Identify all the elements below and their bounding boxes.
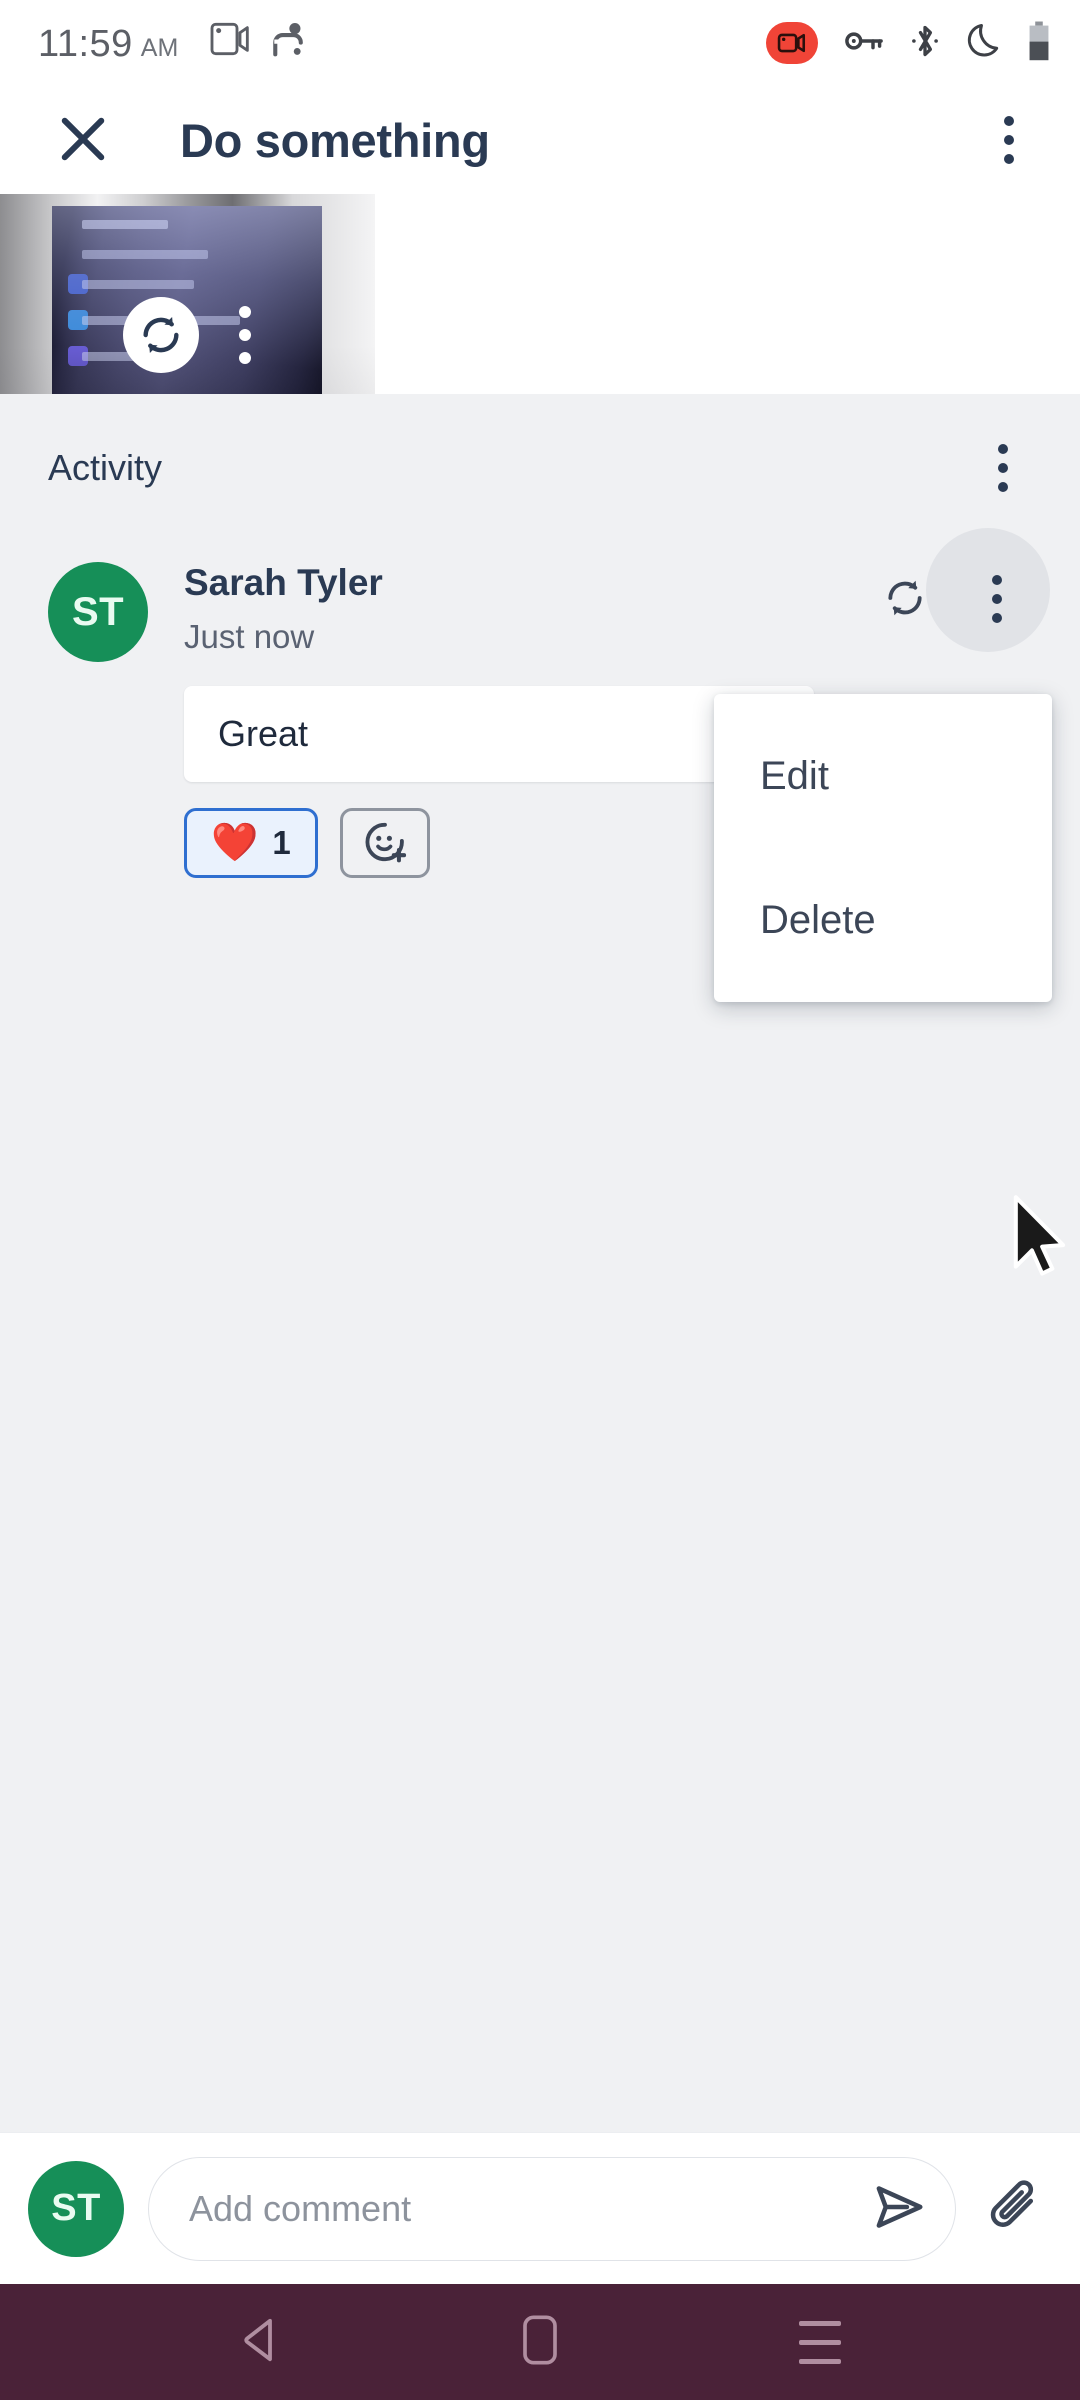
home-icon [522, 2314, 558, 2370]
attachment-more-options-icon[interactable] [239, 306, 251, 364]
composer-avatar: ST [28, 2160, 124, 2257]
comment-author: Sarah Tyler [184, 562, 383, 603]
app-bar-overflow-button[interactable] [972, 103, 1046, 177]
comment-overflow-button[interactable] [960, 562, 1034, 636]
phone-screen: 11:59 AM Do something Activity ST Sarah … [0, 0, 1080, 2400]
nav-home-button[interactable] [480, 2284, 600, 2400]
comment-timestamp: Just now [184, 618, 315, 655]
attachment-strip [0, 194, 1080, 469]
recents-icon [799, 2320, 841, 2364]
heart-reaction-chip[interactable]: ❤️ 1 [184, 808, 318, 878]
activity-header: Activity [48, 430, 1034, 506]
bluetooth-icon [910, 23, 940, 64]
comment-avatar: ST [48, 562, 148, 662]
vpn-key-icon [844, 29, 884, 58]
comment-input-wrapper[interactable] [148, 2156, 956, 2261]
activity-section: Activity ST Sarah Tyler Just now Great ❤… [0, 394, 1080, 2132]
heart-reaction-count: 1 [272, 824, 291, 861]
activity-overflow-button[interactable] [966, 431, 1040, 505]
nav-recents-button[interactable] [760, 2284, 880, 2400]
page-title: Do something [180, 113, 490, 167]
status-left-icon-group [210, 21, 310, 62]
activity-more-options-icon [998, 444, 1008, 492]
heart-icon: ❤️ [211, 822, 259, 864]
status-clock-ampm: AM [140, 33, 179, 62]
status-clock: 11:59 [38, 22, 133, 65]
comment-author-block: Sarah Tyler Just now [184, 562, 383, 656]
close-icon [58, 114, 108, 167]
battery-icon [1028, 20, 1050, 67]
android-nav-bar [0, 2284, 1080, 2400]
comment-composer: ST [0, 2132, 1080, 2284]
back-icon [238, 2316, 282, 2369]
do-not-disturb-moon-icon [966, 22, 1002, 65]
comment-input[interactable] [189, 2187, 863, 2230]
app-bar: Do something [0, 86, 1080, 194]
send-icon [872, 2179, 928, 2238]
activity-title: Activity [48, 447, 163, 488]
comment-more-options-icon [992, 575, 1002, 623]
menu-item-delete[interactable]: Delete [714, 848, 1052, 992]
add-reaction-button[interactable] [339, 808, 430, 878]
add-reaction-icon [363, 820, 407, 867]
attach-button[interactable] [980, 2172, 1054, 2246]
status-bar-right [766, 20, 1050, 67]
retry-send-icon [883, 576, 927, 623]
retry-upload-icon[interactable] [123, 297, 199, 373]
attach-paperclip-icon [989, 2179, 1045, 2238]
more-options-icon [1004, 116, 1014, 164]
context-menu: Edit Delete [714, 694, 1052, 1002]
cast-screen-icon [210, 22, 250, 61]
status-bar: 11:59 AM [0, 0, 1080, 86]
menu-item-edit[interactable]: Edit [714, 704, 1052, 848]
status-bar-left: 11:59 AM [38, 21, 310, 66]
screen-recording-active-icon [766, 22, 818, 64]
mouse-cursor [1010, 1194, 1070, 1285]
comment-retry-button[interactable] [868, 562, 942, 636]
screen-record-cast-icon [270, 21, 310, 62]
comment-actions [868, 528, 1050, 652]
nav-back-button[interactable] [200, 2284, 320, 2400]
send-button[interactable] [863, 2172, 937, 2246]
comment-header: Sarah Tyler Just now [184, 528, 1050, 656]
close-button[interactable] [46, 103, 120, 177]
